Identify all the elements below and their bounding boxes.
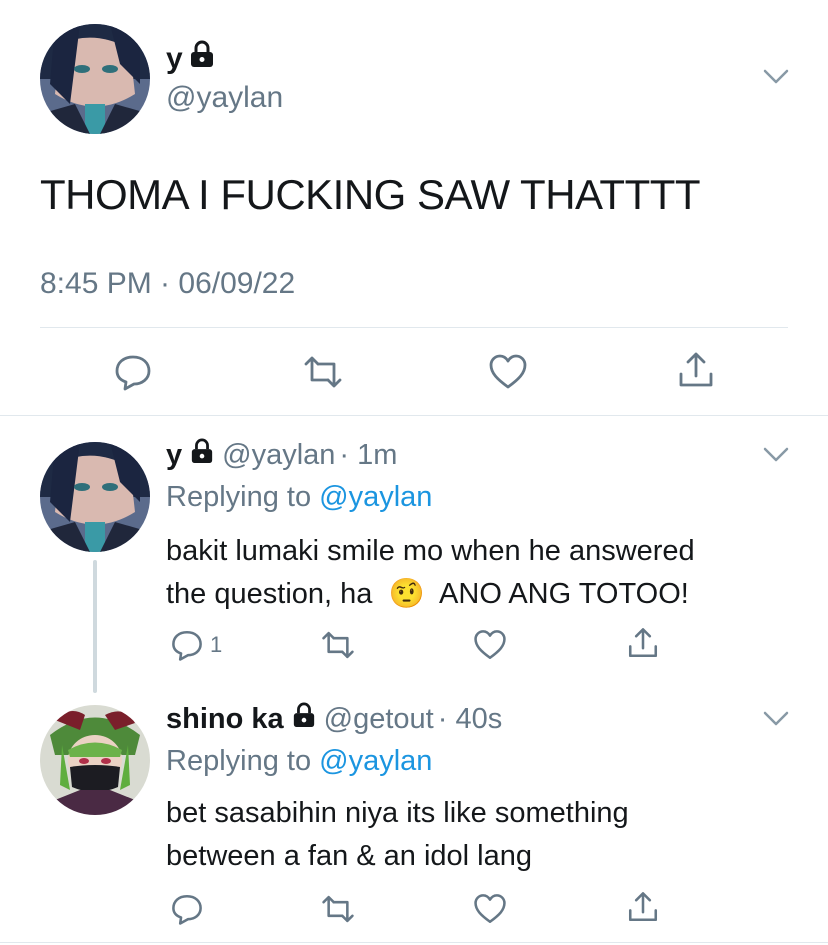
reply-2-time[interactable]: · 40s bbox=[438, 700, 502, 738]
reply-1-replying-to: Replying to @yaylan bbox=[166, 481, 433, 513]
like-icon[interactable] bbox=[472, 628, 508, 662]
replying-to-link[interactable]: @yaylan bbox=[319, 481, 432, 513]
share-icon[interactable] bbox=[626, 890, 660, 924]
retweet-icon[interactable] bbox=[318, 628, 358, 662]
reply-button[interactable]: 1 bbox=[170, 628, 222, 662]
thread-connector bbox=[93, 560, 97, 693]
reply-1-text: bakit lumaki smile mo when he answered t… bbox=[166, 535, 695, 610]
like-icon[interactable] bbox=[472, 892, 508, 926]
reply-1-time[interactable]: · 1m bbox=[339, 436, 397, 474]
reply-icon[interactable] bbox=[113, 352, 153, 392]
main-tweet-text: THOMA I FUCKING SAW THATTTT bbox=[40, 171, 701, 218]
chevron-down-icon[interactable] bbox=[762, 710, 790, 728]
reply-1-handle[interactable]: @yaylan bbox=[222, 436, 335, 474]
retweet-icon[interactable] bbox=[318, 892, 358, 926]
lock-icon bbox=[189, 40, 215, 77]
avatar-reply-1[interactable] bbox=[40, 442, 150, 552]
reply-count: 1 bbox=[210, 632, 223, 657]
emoji: 🤨 bbox=[388, 576, 425, 610]
reply-2-replying-to: Replying to @yaylan bbox=[166, 745, 433, 777]
share-icon[interactable] bbox=[676, 350, 716, 390]
lock-icon bbox=[292, 700, 316, 738]
reply-icon[interactable] bbox=[170, 892, 204, 926]
avatar-reply-2[interactable] bbox=[40, 705, 150, 815]
reply-2-header: shino ka @getout · 40s bbox=[166, 700, 502, 738]
main-display-name[interactable]: y bbox=[166, 40, 215, 77]
reply-2-handle[interactable]: @getout bbox=[324, 700, 434, 738]
avatar-main[interactable] bbox=[40, 24, 150, 134]
replying-to-link[interactable]: @yaylan bbox=[319, 745, 432, 777]
divider bbox=[0, 942, 828, 943]
retweet-icon[interactable] bbox=[300, 352, 346, 392]
main-handle[interactable]: @yaylan bbox=[166, 80, 283, 116]
main-timestamp[interactable]: 8:45 PM · 06/09/22 bbox=[40, 266, 295, 302]
chevron-down-icon[interactable] bbox=[762, 446, 790, 464]
reply-icon bbox=[170, 628, 204, 662]
divider bbox=[0, 415, 828, 416]
share-icon[interactable] bbox=[626, 626, 660, 660]
reply-2-display-name[interactable]: shino ka bbox=[166, 700, 284, 738]
lock-icon bbox=[190, 436, 214, 474]
like-icon[interactable] bbox=[487, 352, 529, 392]
reply-2-text: bet sasabihin niya its like something be… bbox=[166, 797, 629, 872]
reply-1-display-name[interactable]: y bbox=[166, 436, 182, 474]
divider bbox=[40, 327, 788, 328]
reply-1-header: y @yaylan · 1m bbox=[166, 436, 397, 474]
chevron-down-icon[interactable] bbox=[762, 68, 790, 86]
